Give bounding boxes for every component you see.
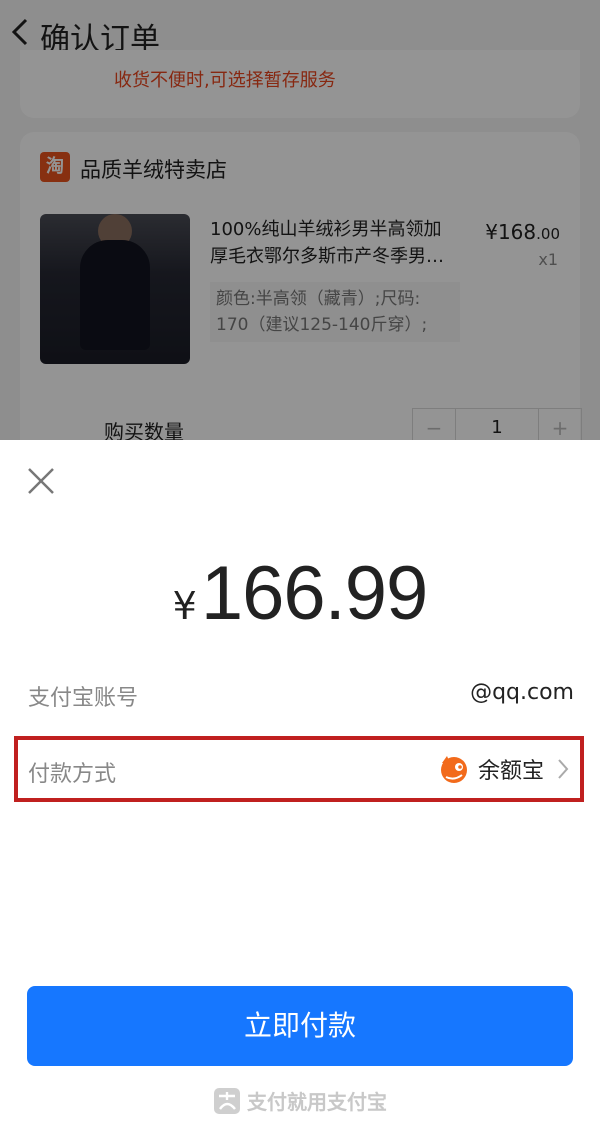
payment-method-selector[interactable]: 余额宝 [438, 752, 572, 786]
pay-now-button[interactable]: 立即付款 [27, 986, 573, 1066]
close-icon[interactable] [24, 464, 58, 498]
payment-sheet: ¥166.99 支付宝账号 @qq.com 付款方式 余额宝 立即付款 支付就用… [0, 440, 600, 1130]
amount-value: 166.99 [200, 551, 428, 636]
modal-overlay[interactable] [0, 0, 600, 440]
chevron-right-icon [558, 759, 569, 779]
currency-symbol: ¥ [172, 584, 197, 628]
yuebao-icon [440, 756, 467, 783]
payment-amount: ¥166.99 [0, 550, 600, 637]
account-value: @qq.com [470, 680, 574, 705]
footer-slogan: 支付就用支付宝 [247, 1090, 387, 1114]
alipay-logo-icon [214, 1087, 240, 1114]
alipay-account-row: 支付宝账号 @qq.com [28, 666, 574, 726]
account-label: 支付宝账号 [28, 686, 139, 711]
payment-method-value: 余额宝 [477, 759, 544, 784]
payment-method-row[interactable]: 付款方式 余额宝 [14, 736, 584, 802]
payment-method-label: 付款方式 [28, 762, 117, 787]
alipay-footer: 支付就用支付宝 [0, 1086, 600, 1115]
